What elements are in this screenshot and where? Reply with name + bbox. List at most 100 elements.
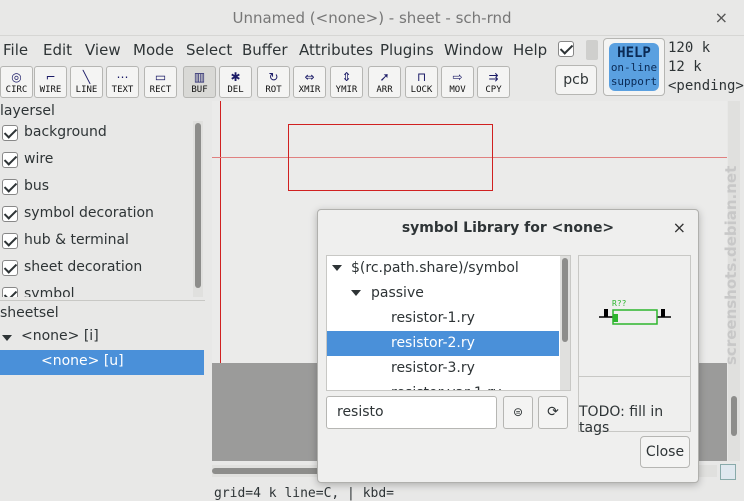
window-close-icon[interactable]: ×	[715, 0, 728, 36]
line-icon: ╲	[82, 70, 91, 84]
expander-icon[interactable]	[351, 290, 361, 296]
tool-del-button[interactable]: ✱ DEL	[219, 66, 252, 98]
layer-scroll-thumb[interactable]	[195, 123, 201, 288]
dialog-close-button[interactable]: Close	[640, 436, 690, 468]
move-icon: ⇨	[452, 70, 463, 84]
refresh-button[interactable]: ⟳	[538, 396, 568, 429]
toolbar: ◎ CIRC ⌐ WIRE ╲ LINE ⋯ TEXT ▭ RECT ▥ BUF ✱ DEL …	[0, 66, 520, 100]
tool-lock-button[interactable]: ⊓ LOCK	[405, 66, 438, 98]
layer-list: background wire bus symbol decoration hu…	[0, 121, 205, 297]
expander-icon[interactable]	[2, 335, 12, 341]
watermark: screenshots.debian.net	[722, 165, 740, 365]
lock-icon: ⊓	[416, 70, 427, 84]
tool-xmir-button[interactable]: ⇔ XMIR	[293, 66, 326, 98]
filter-button[interactable]: ⊜	[503, 396, 533, 429]
tags-text: TODO: fill in tags	[579, 404, 664, 436]
delete-icon: ✱	[230, 70, 241, 84]
layer-checkbox[interactable]	[2, 125, 18, 141]
wire-icon: ⌐	[45, 70, 56, 84]
title-bar: Unnamed (<none>) - sheet - sch-rnd ×	[0, 0, 744, 36]
arrow-icon: ➚	[379, 70, 390, 84]
filter-icon: ⊜	[512, 405, 524, 419]
tree-scroll-thumb[interactable]	[562, 258, 568, 342]
menu-attributes[interactable]: Attributes	[299, 41, 373, 59]
layer-checkbox[interactable]	[2, 287, 18, 297]
tool-text-button[interactable]: ⋯ TEXT	[106, 66, 139, 98]
resistor-preview-icon: R??	[599, 299, 671, 325]
corner-icon[interactable]	[720, 464, 736, 480]
symbol-preview: R?? TODO: fill in tags	[578, 255, 691, 436]
tool-rect-button[interactable]: ▭ RECT	[144, 66, 177, 98]
tree-row-resistor-3[interactable]: resistor-3.ry	[327, 356, 559, 381]
library-search-input[interactable]: resisto	[326, 396, 497, 429]
menu-select[interactable]: Select	[186, 41, 232, 59]
rotate-icon: ↻	[268, 70, 279, 84]
layersel-title: layersel	[0, 103, 55, 119]
buffer-icon: ▥	[193, 70, 206, 84]
canvas-vscroll-thumb[interactable]	[731, 396, 737, 436]
tool-rot-button[interactable]: ↻ ROT	[257, 66, 290, 98]
expander-icon[interactable]	[332, 265, 342, 271]
library-tree: $(rc.path.share)/symbol passive resistor…	[326, 255, 571, 391]
dialog-close-icon[interactable]: ×	[673, 218, 686, 237]
menu-plugins[interactable]: Plugins	[380, 41, 434, 59]
tree-scrollbar[interactable]	[560, 256, 570, 390]
layer-checkbox[interactable]	[2, 206, 18, 222]
layer-scrollbar[interactable]	[193, 121, 203, 297]
stat-grid: 12 k	[668, 59, 702, 75]
panel-divider	[0, 300, 205, 301]
pcb-checkbox[interactable]	[558, 41, 574, 57]
layer-checkbox[interactable]	[2, 260, 18, 276]
window-title: Unnamed (<none>) - sheet - sch-rnd	[232, 9, 512, 27]
menu-mode[interactable]: Mode	[133, 41, 174, 59]
status-bar: grid=4 k line=C, | kbd=	[214, 486, 395, 501]
sheet-child-row[interactable]: <none> [u]	[0, 350, 204, 375]
help-button[interactable]: HELP on-line support	[603, 38, 665, 96]
sheet-root-row[interactable]: <none> [i]	[0, 325, 204, 350]
tree-row-root[interactable]: $(rc.path.share)/symbol	[327, 256, 559, 281]
tool-mov-button[interactable]: ⇨ MOV	[441, 66, 474, 98]
tree-row-passive[interactable]: passive	[327, 281, 559, 306]
layer-row-bus[interactable]: bus	[0, 175, 200, 202]
pcb-button[interactable]: pcb	[555, 65, 597, 95]
stat-pending: <pending>	[668, 78, 744, 94]
tool-ymir-button[interactable]: ⇕ YMIR	[330, 66, 363, 98]
refresh-icon: ⟳	[547, 404, 559, 420]
menu-help[interactable]: Help	[513, 41, 547, 59]
sheet-frame	[288, 124, 493, 191]
menu-buffer[interactable]: Buffer	[242, 41, 288, 59]
copy-icon: ⇉	[488, 70, 499, 84]
tool-cpy-button[interactable]: ⇉ CPY	[477, 66, 510, 98]
tool-buf-button[interactable]: ▥ BUF	[183, 66, 216, 98]
xmirror-icon: ⇔	[304, 70, 315, 84]
tree-row-resistor-1[interactable]: resistor-1.ry	[327, 306, 559, 331]
tool-arr-button[interactable]: ➚ ARR	[368, 66, 401, 98]
tree-row-resistor-var-1[interactable]: resistor-var-1.ry	[327, 381, 559, 390]
layer-checkbox[interactable]	[2, 152, 18, 168]
sheetsel-title: sheetsel	[0, 305, 59, 321]
layer-row-sheet-decoration[interactable]: sheet decoration	[0, 256, 200, 283]
layer-row-hub-terminal[interactable]: hub & terminal	[0, 229, 200, 256]
tool-circ-button[interactable]: ◎ CIRC	[0, 66, 33, 98]
layer-checkbox[interactable]	[2, 233, 18, 249]
text-icon: ⋯	[116, 70, 129, 84]
canvas-hscroll-thumb[interactable]	[212, 468, 322, 474]
layer-row-symbol-decoration[interactable]: symbol decoration	[0, 202, 200, 229]
symbol-library-dialog: symbol Library for <none> × $(rc.path.sh…	[317, 209, 699, 483]
layer-row-wire[interactable]: wire	[0, 148, 200, 175]
preview-divider	[579, 376, 690, 377]
layer-row-symbol[interactable]: symbol	[0, 283, 200, 297]
tool-line-button[interactable]: ╲ LINE	[70, 66, 103, 98]
menu-file[interactable]: File	[3, 41, 28, 59]
layer-row-background[interactable]: background	[0, 121, 200, 148]
menu-view[interactable]: View	[85, 41, 121, 59]
help-icon: HELP on-line support	[609, 43, 659, 91]
layer-checkbox[interactable]	[2, 179, 18, 195]
mini-scrollbar[interactable]	[586, 40, 598, 60]
menu-window[interactable]: Window	[444, 41, 503, 59]
stat-zoom: 120 k	[668, 40, 711, 56]
menu-edit[interactable]: Edit	[43, 41, 72, 59]
preview-label: R??	[612, 299, 627, 308]
tool-wire-button[interactable]: ⌐ WIRE	[34, 66, 67, 98]
tree-row-resistor-2[interactable]: resistor-2.ry	[327, 331, 559, 356]
